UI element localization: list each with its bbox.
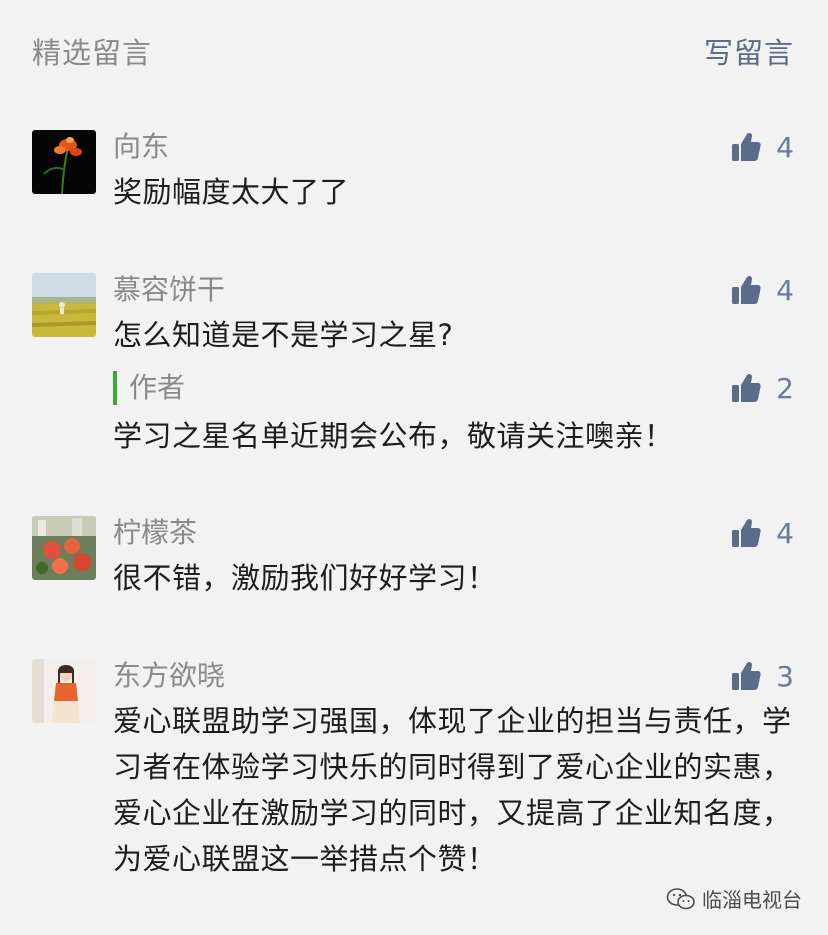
- like-count: 2: [776, 371, 794, 405]
- thumbs-up-icon: [732, 373, 761, 402]
- author-reply-text: 学习之星名单近期会公布，敬请关注噢亲！: [113, 419, 674, 453]
- thumbs-up-icon: [732, 518, 761, 547]
- like-count: 4: [776, 273, 794, 307]
- like-button[interactable]: 4: [730, 273, 794, 307]
- write-comment-button[interactable]: 写留言: [704, 30, 794, 72]
- comment-text: 怎么知道是不是学习之星?: [113, 318, 454, 352]
- featured-comments-title: 精选留言: [32, 36, 153, 70]
- like-count: 3: [776, 659, 794, 693]
- like-button[interactable]: 4: [730, 516, 794, 550]
- comments-header: 精选留言 写留言: [0, 0, 828, 100]
- like-count: 4: [776, 516, 794, 550]
- comment-text: 爱心联盟助学习强国，体现了企业的担当与责任，学习者在体验学习快乐的同时得到了爱心…: [113, 704, 792, 876]
- like-button[interactable]: 3: [730, 659, 794, 693]
- avatar[interactable]: [32, 516, 96, 580]
- comment-text: 很不错，激励我们好好学习！: [113, 561, 497, 595]
- wechat-icon: [666, 887, 695, 909]
- thumbs-up-icon: [732, 275, 761, 304]
- thumbs-up-icon: [732, 661, 761, 690]
- author-reply-tag: 作者: [113, 371, 185, 405]
- avatar[interactable]: [32, 130, 96, 194]
- like-button[interactable]: 4: [730, 130, 794, 164]
- comment-text: 奖励幅度太大了了: [113, 175, 350, 209]
- commenter-name[interactable]: 慕容饼干: [113, 273, 225, 307]
- avatar[interactable]: [32, 273, 96, 337]
- commenter-name[interactable]: 向东: [113, 130, 169, 164]
- watermark-text: 临淄电视台: [702, 888, 802, 912]
- avatar[interactable]: [32, 659, 96, 723]
- thumbs-up-icon: [732, 132, 761, 161]
- watermark: 临淄电视台: [666, 884, 802, 913]
- reply-like-button[interactable]: 2: [730, 371, 794, 405]
- like-count: 4: [776, 130, 794, 164]
- commenter-name[interactable]: 柠檬茶: [113, 516, 197, 550]
- commenter-name[interactable]: 东方欲晓: [113, 659, 225, 693]
